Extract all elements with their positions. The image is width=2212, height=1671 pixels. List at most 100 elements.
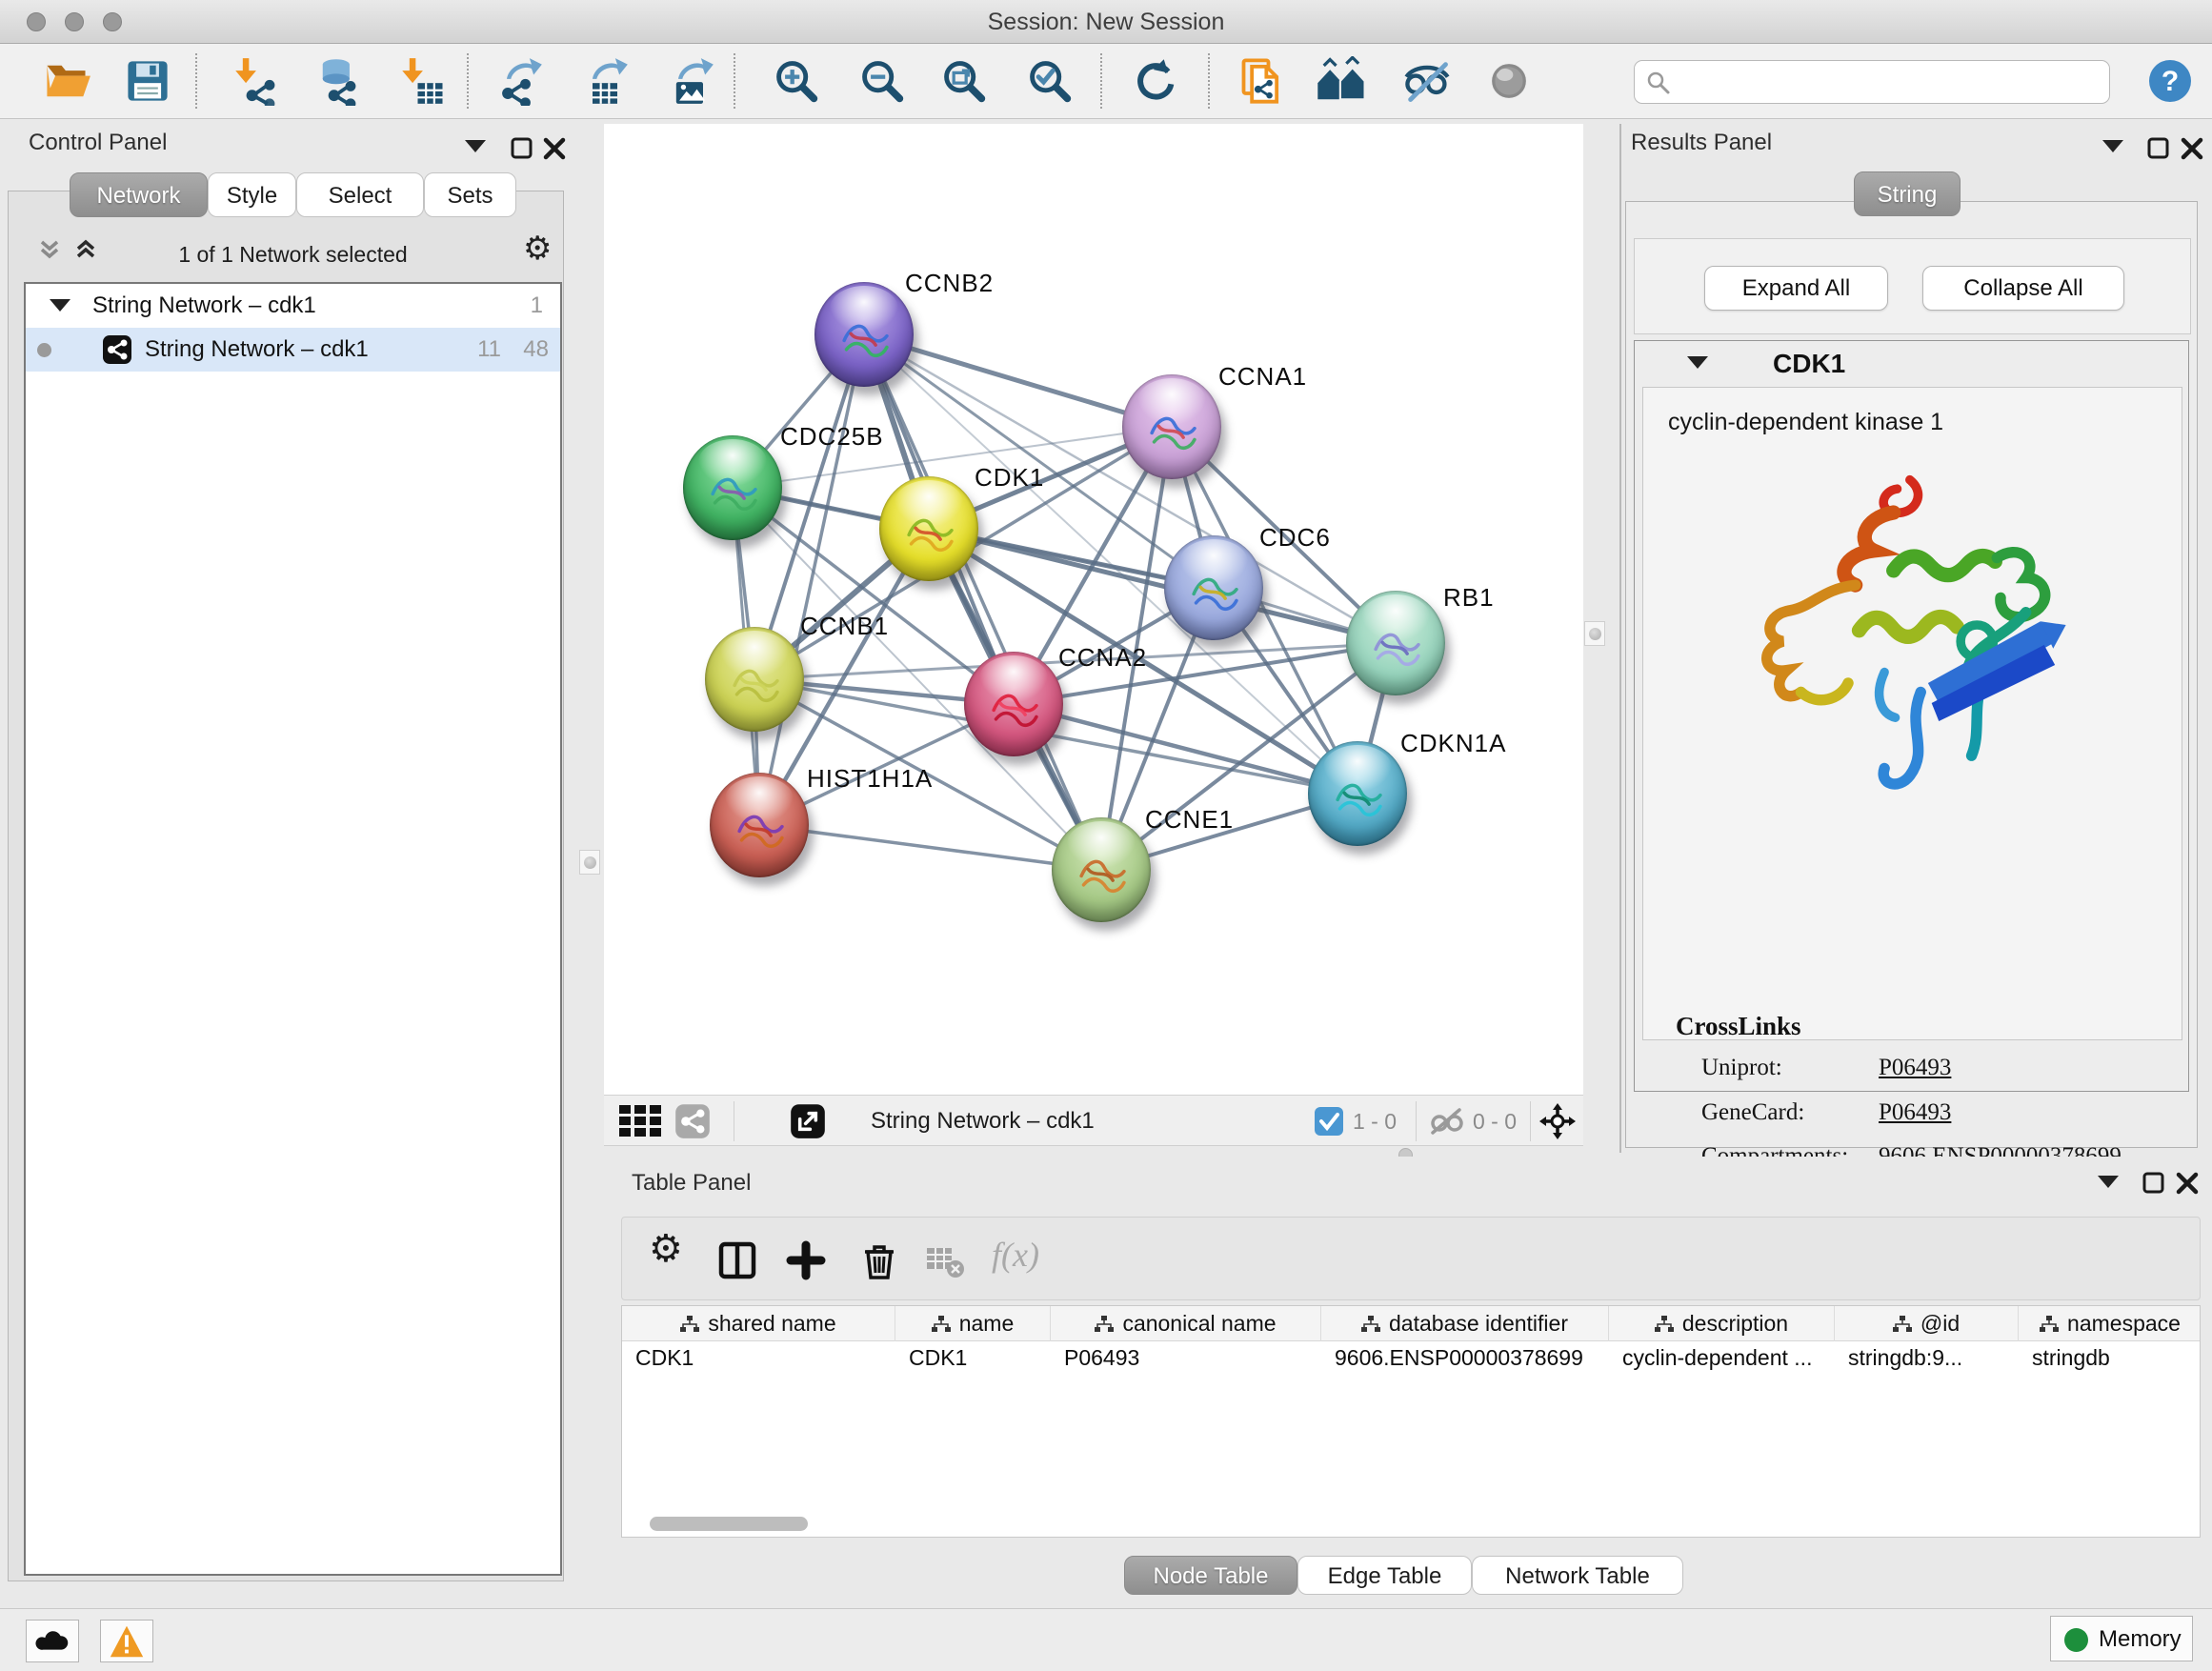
import-database-icon[interactable] — [313, 56, 363, 106]
network-collection-row[interactable]: String Network – cdk1 1 — [26, 284, 560, 328]
left-splitter-handle[interactable] — [579, 850, 600, 875]
tab-node-table[interactable]: Node Table — [1124, 1556, 1297, 1595]
import-network-icon[interactable] — [232, 56, 282, 106]
column-header[interactable]: description — [1609, 1306, 1835, 1341]
network-edge[interactable] — [759, 334, 864, 825]
right-splitter-handle[interactable] — [1584, 621, 1605, 646]
hide-selected-icon[interactable] — [1402, 56, 1452, 106]
export-table-icon[interactable] — [580, 56, 630, 106]
horizontal-scrollbar-thumb[interactable] — [650, 1517, 808, 1531]
table-cell[interactable]: CDK1 — [622, 1345, 895, 1383]
apply-function-icon[interactable]: f(x) — [992, 1235, 1058, 1275]
expand-all-button[interactable]: Expand All — [1704, 266, 1888, 311]
tab-select[interactable]: Select — [296, 172, 424, 217]
toolbar-divider — [1208, 53, 1210, 109]
tab-string[interactable]: String — [1854, 171, 1961, 216]
collapse-panel-icon[interactable] — [2102, 140, 2127, 163]
application-window: Session: New Session — [0, 0, 2212, 1671]
network-node-ccne1[interactable] — [1052, 817, 1151, 922]
collapse-panel-icon[interactable] — [465, 140, 490, 163]
cloud-icon — [27, 1621, 78, 1661]
tab-network[interactable]: Network — [70, 172, 208, 217]
crosslink-link[interactable]: P06493 — [1879, 1055, 1951, 1081]
open-session-icon[interactable] — [42, 56, 91, 106]
save-session-icon[interactable] — [123, 56, 172, 106]
table-cell[interactable]: CDK1 — [895, 1345, 1051, 1383]
network-options-gear-icon[interactable]: ⚙ — [523, 232, 552, 265]
network-edge[interactable] — [759, 825, 1101, 870]
close-panel-icon[interactable] — [2175, 1172, 2200, 1195]
network-node-cdkn1a[interactable] — [1308, 741, 1407, 846]
float-panel-icon[interactable] — [2142, 1172, 2166, 1195]
copy-network-view-icon[interactable] — [1237, 56, 1287, 106]
network-node-cdc25b[interactable] — [683, 435, 782, 540]
tab-network-table[interactable]: Network Table — [1472, 1556, 1683, 1595]
table-cell[interactable]: stringdb — [2019, 1345, 2202, 1383]
show-columns-icon[interactable] — [717, 1240, 757, 1280]
open-in-window-icon[interactable] — [790, 1103, 826, 1139]
cloud-button[interactable] — [26, 1620, 79, 1662]
table-cell[interactable]: cyclin-dependent ... — [1609, 1345, 1835, 1383]
network-node-ccnb1[interactable] — [705, 627, 804, 732]
network-selection-summary: 1 of 1 Network selected — [24, 242, 562, 268]
tab-sets[interactable]: Sets — [424, 172, 516, 217]
selected-checkbox[interactable] — [1315, 1107, 1343, 1136]
crosslink-link[interactable]: P06493 — [1879, 1099, 1951, 1126]
entry-collapse-icon[interactable] — [1687, 356, 1708, 369]
network-canvas[interactable]: CCNB2 CCNA1 CDC25B CDK1 CDC6 RB1 CCNB1 C… — [604, 124, 1583, 1095]
show-all-icon[interactable] — [1484, 56, 1534, 106]
table-cell[interactable]: stringdb:9... — [1835, 1345, 2019, 1383]
collapse-all-button[interactable]: Collapse All — [1922, 266, 2124, 311]
network-node-cdk1[interactable] — [879, 476, 978, 581]
network-node-hist1h1a[interactable] — [710, 773, 809, 877]
results-panel: Results Panel Expand All Collapse All CD… — [1619, 124, 2212, 1153]
import-table-icon[interactable] — [399, 56, 449, 106]
network-node-ccna2[interactable] — [964, 652, 1063, 756]
column-header[interactable]: @id — [1835, 1306, 2019, 1341]
warnings-button[interactable] — [100, 1620, 153, 1662]
table-panel: Table Panel ⚙ f(x) shared name name cano… — [604, 1157, 2212, 1608]
birds-eye-view-icon[interactable] — [619, 1105, 663, 1137]
search-input[interactable] — [1679, 63, 2098, 99]
column-header[interactable]: namespace — [2019, 1306, 2202, 1341]
add-column-icon[interactable] — [786, 1240, 826, 1280]
network-row[interactable]: String Network – cdk1 11 48 — [26, 328, 560, 372]
collapse-panel-icon[interactable] — [2098, 1176, 2122, 1198]
toolbar-divider — [1100, 53, 1102, 109]
hidden-items-icon[interactable] — [1427, 1107, 1465, 1136]
network-node-rb1[interactable] — [1346, 591, 1445, 695]
memory-button[interactable]: Memory — [2050, 1616, 2193, 1661]
delete-table-icon[interactable] — [925, 1240, 965, 1280]
collection-expand-icon[interactable] — [50, 299, 70, 312]
network-view-toolbar: String Network – cdk1 1 - 0 0 - 0 — [604, 1095, 1583, 1146]
pan-tool-icon[interactable] — [1539, 1103, 1576, 1139]
close-panel-icon[interactable] — [2180, 137, 2204, 160]
table-options-gear-icon[interactable]: ⚙ — [649, 1233, 689, 1273]
column-header[interactable]: shared name — [622, 1306, 895, 1341]
table-cell[interactable]: P06493 — [1051, 1345, 1321, 1383]
delete-column-icon[interactable] — [859, 1240, 899, 1280]
tab-edge-table[interactable]: Edge Table — [1297, 1556, 1472, 1595]
export-image-icon[interactable] — [666, 56, 715, 106]
warning-icon — [101, 1621, 152, 1661]
refresh-view-icon[interactable] — [1130, 56, 1179, 106]
close-panel-icon[interactable] — [542, 137, 567, 160]
float-panel-icon[interactable] — [2146, 137, 2171, 160]
table-cell[interactable]: 9606.ENSP00000378699 — [1321, 1345, 1609, 1383]
zoom-in-icon[interactable] — [772, 56, 821, 106]
column-header[interactable]: database identifier — [1321, 1306, 1609, 1341]
column-header[interactable]: name — [895, 1306, 1051, 1341]
help-icon[interactable]: ? — [2147, 58, 2193, 104]
zoom-fit-icon[interactable] — [939, 56, 989, 106]
zoom-out-icon[interactable] — [857, 56, 907, 106]
zoom-selected-icon[interactable] — [1025, 56, 1075, 106]
network-node-ccna1[interactable] — [1122, 374, 1221, 479]
tab-style[interactable]: Style — [208, 172, 296, 217]
export-network-icon[interactable] — [494, 56, 544, 106]
column-header[interactable]: canonical name — [1051, 1306, 1321, 1341]
float-panel-icon[interactable] — [510, 137, 534, 160]
network-node-ccnb2[interactable] — [814, 282, 914, 387]
string-panel-toggle-icon[interactable] — [674, 1103, 711, 1139]
network-node-cdc6[interactable] — [1164, 535, 1263, 640]
home-icon[interactable] — [1314, 56, 1371, 106]
